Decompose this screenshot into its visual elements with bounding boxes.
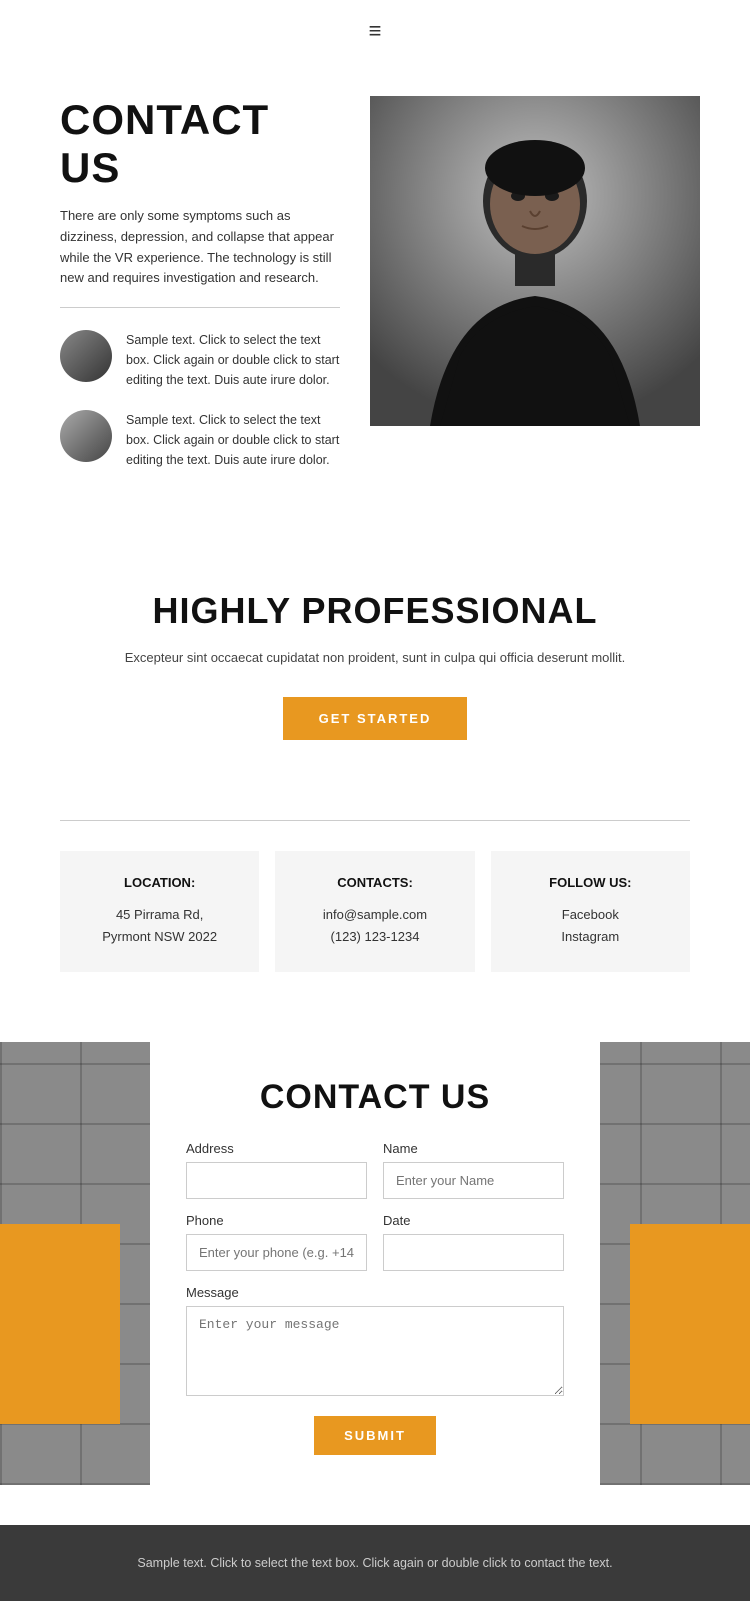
info-card-contacts: CONTACTS: info@sample.com (123) 123-1234: [275, 851, 474, 972]
professional-description: Excepteur sint occaecat cupidatat non pr…: [60, 648, 690, 669]
section-divider-line: [60, 307, 340, 308]
date-group: Date: [383, 1213, 564, 1271]
footer-text: Sample text. Click to select the text bo…: [80, 1553, 670, 1573]
info-card-follow: FOLLOW US: Facebook Instagram: [491, 851, 690, 972]
professional-section: HIGHLY PROFESSIONAL Excepteur sint occae…: [0, 530, 750, 780]
location-line1: 45 Pirrama Rd,: [116, 907, 203, 922]
avatar-inner-1: [60, 330, 112, 382]
address-group: Address: [186, 1141, 367, 1199]
avatar-inner-2: [60, 410, 112, 462]
contact-item-2-text: Sample text. Click to select the text bo…: [126, 410, 340, 470]
contacts-text: info@sample.com (123) 123-1234: [295, 904, 454, 948]
contact-photo-svg: [370, 96, 700, 426]
avatar-2: [60, 410, 112, 462]
message-group: Message: [186, 1285, 564, 1396]
message-label: Message: [186, 1285, 564, 1300]
form-accent-left: [0, 1224, 120, 1424]
form-row-phone-date: Phone Date: [186, 1213, 564, 1271]
follow-line1: Facebook: [562, 907, 619, 922]
avatar-1: [60, 330, 112, 382]
phone-input[interactable]: [186, 1234, 367, 1271]
submit-button[interactable]: SUBMIT: [314, 1416, 436, 1455]
footer: Sample text. Click to select the text bo…: [0, 1525, 750, 1601]
contact-description: There are only some symptoms such as diz…: [60, 206, 340, 289]
contact-photo: [370, 96, 700, 426]
professional-title: HIGHLY PROFESSIONAL: [60, 590, 690, 632]
address-input[interactable]: [186, 1162, 367, 1199]
phone-label: Phone: [186, 1213, 367, 1228]
name-group: Name: [383, 1141, 564, 1199]
phone-group: Phone: [186, 1213, 367, 1271]
contact-left: CONTACT US There are only some symptoms …: [60, 96, 340, 490]
contact-title: CONTACT US: [60, 96, 340, 192]
date-label: Date: [383, 1213, 564, 1228]
message-input[interactable]: [186, 1306, 564, 1396]
address-label: Address: [186, 1141, 367, 1156]
form-container: CONTACT US Address Name Phone Date Messa…: [150, 1042, 600, 1485]
header: ≡: [0, 0, 750, 56]
info-cards: LOCATION: 45 Pirrama Rd, Pyrmont NSW 202…: [0, 821, 750, 1002]
location-line2: Pyrmont NSW 2022: [102, 929, 217, 944]
contacts-line2: (123) 123-1234: [331, 929, 420, 944]
location-text: 45 Pirrama Rd, Pyrmont NSW 2022: [80, 904, 239, 948]
info-card-location: LOCATION: 45 Pirrama Rd, Pyrmont NSW 202…: [60, 851, 259, 972]
name-input[interactable]: [383, 1162, 564, 1199]
follow-text: Facebook Instagram: [511, 904, 670, 948]
contact-item-2: Sample text. Click to select the text bo…: [60, 410, 340, 470]
follow-label: FOLLOW US:: [511, 875, 670, 890]
form-row-address-name: Address Name: [186, 1141, 564, 1199]
date-input[interactable]: [383, 1234, 564, 1271]
follow-line2: Instagram: [561, 929, 619, 944]
form-section: CONTACT US Address Name Phone Date Messa…: [0, 1042, 750, 1485]
contacts-line1: info@sample.com: [323, 907, 427, 922]
form-accent-right: [630, 1224, 750, 1424]
name-label: Name: [383, 1141, 564, 1156]
form-title: CONTACT US: [186, 1078, 564, 1117]
contact-section: CONTACT US There are only some symptoms …: [0, 56, 750, 530]
contacts-label: CONTACTS:: [295, 875, 454, 890]
contact-item-1-text: Sample text. Click to select the text bo…: [126, 330, 340, 390]
hamburger-icon[interactable]: ≡: [369, 18, 382, 44]
contact-item-1: Sample text. Click to select the text bo…: [60, 330, 340, 390]
location-label: LOCATION:: [80, 875, 239, 890]
get-started-button[interactable]: GET STARTED: [283, 697, 468, 740]
